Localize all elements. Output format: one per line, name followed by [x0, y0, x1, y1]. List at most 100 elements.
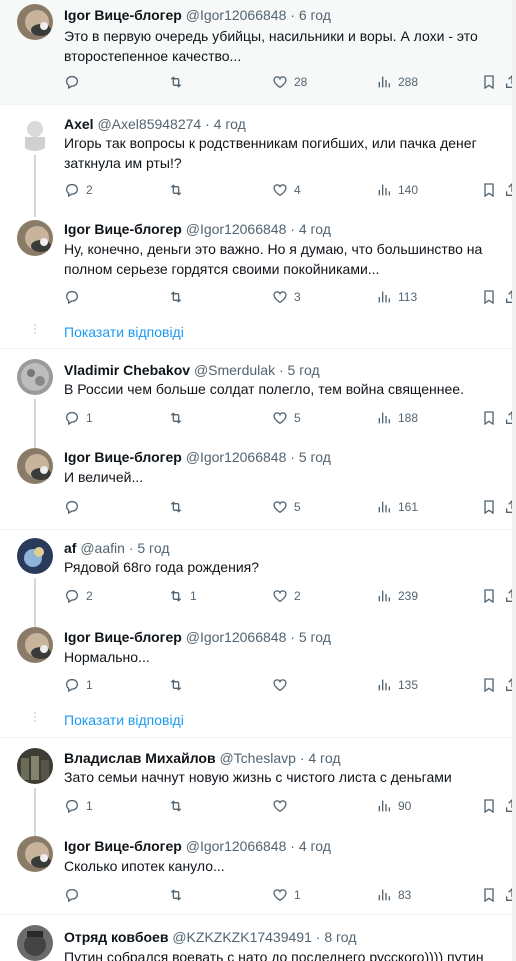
- timestamp[interactable]: 4 год: [299, 221, 331, 237]
- tweet[interactable]: Владислав Михайлов @Tcheslavp · 4 год За…: [0, 738, 516, 838]
- author-name[interactable]: af: [64, 540, 76, 556]
- timestamp[interactable]: 6 год: [299, 7, 331, 23]
- reply-button[interactable]: [64, 72, 86, 92]
- tweet[interactable]: Igor Вице-блогер @Igor12066848 · 5 год И…: [0, 439, 516, 529]
- timestamp[interactable]: 5 год: [299, 629, 331, 645]
- author-handle[interactable]: @Igor12066848: [186, 7, 287, 23]
- like-button[interactable]: [272, 796, 294, 816]
- timestamp[interactable]: 8 год: [324, 929, 356, 945]
- author-handle[interactable]: @Smerdulak: [194, 362, 275, 378]
- timestamp[interactable]: 5 год: [299, 449, 331, 465]
- views-button[interactable]: 239: [376, 586, 418, 606]
- like-button[interactable]: 2: [272, 586, 301, 606]
- views-button[interactable]: 90: [376, 796, 411, 816]
- bookmark-button[interactable]: [481, 72, 497, 92]
- tweet[interactable]: Igor Вице-блогер @Igor12066848 · 6 год Э…: [0, 0, 516, 104]
- bookmark-button[interactable]: [481, 586, 497, 606]
- tweet[interactable]: Axel @Axel85948274 · 4 год Игорь так воп…: [0, 105, 516, 217]
- timestamp[interactable]: 4 год: [299, 838, 331, 854]
- reply-button[interactable]: 2: [64, 180, 93, 200]
- bookmark-button[interactable]: [481, 796, 497, 816]
- author-name[interactable]: Владислав Михайлов: [64, 750, 216, 766]
- bookmark-button[interactable]: [481, 180, 497, 200]
- avatar[interactable]: [17, 925, 53, 961]
- views-button[interactable]: 140: [376, 180, 418, 200]
- retweet-button[interactable]: [168, 408, 190, 428]
- author-handle[interactable]: @Igor12066848: [186, 449, 287, 465]
- like-button[interactable]: 4: [272, 180, 301, 200]
- reply-button[interactable]: 1: [64, 675, 93, 695]
- avatar[interactable]: [17, 220, 53, 256]
- avatar[interactable]: [17, 748, 53, 784]
- views-button[interactable]: 113: [376, 287, 417, 307]
- author-name[interactable]: Vladimir Chebakov: [64, 362, 190, 378]
- avatar[interactable]: [17, 359, 53, 395]
- tweet-text: Рядовой 68го года рождения?: [64, 559, 260, 575]
- avatar[interactable]: [17, 4, 53, 40]
- author-handle[interactable]: @Igor12066848: [186, 629, 287, 645]
- author-name[interactable]: Igor Вице-блогер: [64, 7, 182, 23]
- retweet-button[interactable]: [168, 180, 190, 200]
- bookmark-button[interactable]: [481, 287, 497, 307]
- like-button[interactable]: 5: [272, 408, 301, 428]
- reply-button[interactable]: 1: [64, 408, 93, 428]
- author-name[interactable]: Igor Вице-блогер: [64, 629, 182, 645]
- author-name[interactable]: Igor Вице-блогер: [64, 221, 182, 237]
- tweet[interactable]: Igor Вице-блогер @Igor12066848 · 5 год Н…: [0, 619, 516, 709]
- avatar[interactable]: [17, 836, 53, 872]
- scrollbar[interactable]: [512, 0, 516, 961]
- thread-ellipsis: [33, 322, 37, 336]
- author-name[interactable]: Igor Вице-блогер: [64, 838, 182, 854]
- tweet[interactable]: Vladimir Chebakov @Smerdulak · 5 год В Р…: [0, 349, 516, 449]
- views-button[interactable]: 135: [376, 675, 418, 695]
- reply-button[interactable]: 1: [64, 796, 93, 816]
- author-name[interactable]: Igor Вице-блогер: [64, 449, 182, 465]
- author-handle[interactable]: @KZKZKZK17439491: [172, 929, 312, 945]
- reply-button[interactable]: [64, 287, 86, 307]
- author-handle[interactable]: @Igor12066848: [186, 221, 287, 237]
- views-button[interactable]: 83: [376, 885, 411, 905]
- author-handle[interactable]: @Igor12066848: [186, 838, 287, 854]
- views-button[interactable]: 188: [376, 408, 418, 428]
- avatar[interactable]: [17, 627, 53, 663]
- timestamp[interactable]: 4 год: [214, 116, 246, 132]
- avatar[interactable]: [17, 448, 53, 484]
- reply-button[interactable]: 2: [64, 586, 93, 606]
- bookmark-button[interactable]: [481, 408, 497, 428]
- like-button[interactable]: 28: [272, 72, 307, 92]
- timestamp[interactable]: 5 год: [137, 540, 169, 556]
- author-name[interactable]: Отряд ковбоев: [64, 929, 168, 945]
- like-button[interactable]: 5: [272, 497, 301, 517]
- avatar[interactable]: [17, 115, 53, 151]
- tweet[interactable]: Igor Вице-блогер @Igor12066848 · 4 год Н…: [0, 211, 516, 319]
- views-button[interactable]: 161: [376, 497, 418, 517]
- like-button[interactable]: 1: [272, 885, 301, 905]
- retweet-button[interactable]: 1: [168, 586, 197, 606]
- author-handle[interactable]: @Tcheslavp: [219, 750, 295, 766]
- bookmark-button[interactable]: [481, 885, 497, 905]
- retweet-button[interactable]: [168, 885, 190, 905]
- author-handle[interactable]: @Axel85948274: [97, 116, 201, 132]
- show-replies-link[interactable]: Показати відповіді: [64, 324, 184, 340]
- retweet-button[interactable]: [168, 796, 190, 816]
- avatar[interactable]: [17, 538, 53, 574]
- reply-button[interactable]: [64, 885, 86, 905]
- bookmark-button[interactable]: [481, 497, 497, 517]
- reply-button[interactable]: [64, 497, 86, 517]
- retweet-button[interactable]: [168, 497, 190, 517]
- tweet[interactable]: Отряд ковбоев @KZKZKZK17439491 · 8 год П…: [0, 915, 516, 961]
- like-button[interactable]: 3: [272, 287, 301, 307]
- views-button[interactable]: 288: [376, 72, 418, 92]
- tweet[interactable]: Igor Вице-блогер @Igor12066848 · 4 год С…: [0, 828, 516, 914]
- retweet-button[interactable]: [168, 287, 190, 307]
- author-name[interactable]: Axel: [64, 116, 94, 132]
- timestamp[interactable]: 5 год: [288, 362, 320, 378]
- bookmark-button[interactable]: [481, 675, 497, 695]
- author-handle[interactable]: @aafin: [80, 540, 125, 556]
- like-button[interactable]: [272, 675, 294, 695]
- retweet-button[interactable]: [168, 675, 190, 695]
- show-replies-link[interactable]: Показати відповіді: [64, 712, 184, 728]
- retweet-button[interactable]: [168, 72, 190, 92]
- tweet[interactable]: af @aafin · 5 год Рядовой 68го года рожд…: [0, 530, 516, 628]
- timestamp[interactable]: 4 год: [308, 750, 340, 766]
